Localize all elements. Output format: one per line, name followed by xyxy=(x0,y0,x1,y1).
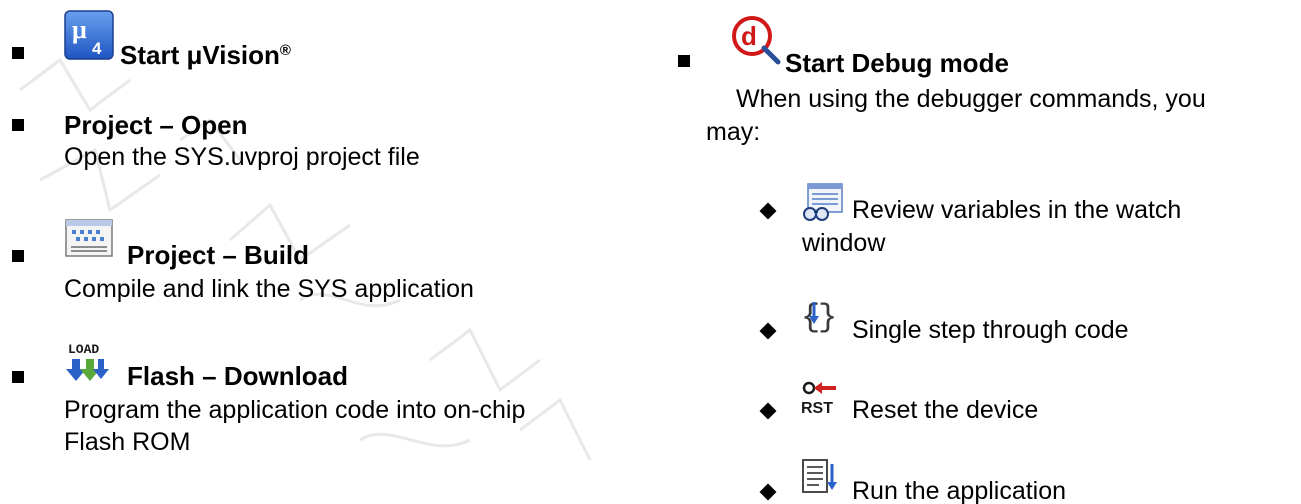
review-variables-text-line2: window xyxy=(802,229,886,257)
project-open-item: Project – Open Open the SYS.uvproj proje… xyxy=(0,100,640,180)
reset-device-text: Reset the device xyxy=(852,396,1039,424)
start-debug-item: d Start Debug mode When using the debugg… xyxy=(640,0,1301,150)
reset-device-item: RST Reset the device xyxy=(640,375,1301,435)
start-uvision-item: μ 4 Start μVision® xyxy=(0,0,640,90)
svg-text:4: 4 xyxy=(92,39,102,58)
diamond-bullet xyxy=(759,322,777,340)
flash-download-desc-line1: Program the application code into on-chi… xyxy=(64,396,526,424)
project-build-title: Project – Build xyxy=(127,240,310,270)
single-step-item: { } Single step through code xyxy=(640,290,1301,350)
svg-text:μ: μ xyxy=(72,15,87,44)
rst-label: RST xyxy=(801,400,833,417)
uvision4-icon: μ 4 xyxy=(64,10,114,60)
flash-download-desc-line2: Flash ROM xyxy=(64,428,191,456)
flash-download-item: LOAD Flash – Download Program the applic… xyxy=(0,335,640,475)
project-build-desc: Compile and link the SYS application xyxy=(64,275,474,303)
flash-download-title: Flash – Download xyxy=(127,361,349,391)
diamond-bullet xyxy=(759,202,777,220)
diamond-bullet xyxy=(759,402,777,420)
start-uvision-title: Start μVision® xyxy=(120,40,291,70)
square-bullet xyxy=(12,371,24,383)
step-icon: { } xyxy=(801,299,836,336)
watch-window-icon xyxy=(803,183,843,221)
run-application-text: Run the application xyxy=(852,477,1067,504)
square-bullet xyxy=(678,55,690,67)
square-bullet xyxy=(12,47,24,59)
svg-text:}: } xyxy=(818,299,836,336)
start-debug-icon: d xyxy=(732,16,781,65)
svg-text:d: d xyxy=(741,21,757,51)
project-open-title: Project – Open xyxy=(64,110,248,140)
debug-intro-line2: may: xyxy=(706,118,761,146)
page: μ 4 Start μVision® Project – Open Open t… xyxy=(0,0,1301,504)
project-open-desc: Open the SYS.uvproj project file xyxy=(64,143,420,171)
run-icon xyxy=(802,459,837,493)
start-debug-title: Start Debug mode xyxy=(785,48,1009,78)
review-variables-text-line1: Review variables in the watch xyxy=(852,196,1182,224)
debug-intro-line1: When using the debugger commands, you xyxy=(736,85,1206,113)
project-build-item: Project – Build Compile and link the SYS… xyxy=(0,210,640,310)
flash-download-icon: LOAD xyxy=(66,342,109,381)
run-application-item: Run the application xyxy=(640,450,1301,504)
square-bullet xyxy=(12,250,24,262)
right-column: d Start Debug mode When using the debugg… xyxy=(640,0,1301,504)
left-column: μ 4 Start μVision® Project – Open Open t… xyxy=(0,0,640,504)
build-icon xyxy=(65,219,113,257)
registered-mark: ® xyxy=(279,42,291,59)
diamond-bullet xyxy=(759,483,777,501)
square-bullet xyxy=(12,119,24,131)
reset-icon: RST xyxy=(801,381,836,417)
load-label: LOAD xyxy=(68,342,99,357)
review-variables-item: Review variables in the watch window xyxy=(640,180,1301,270)
single-step-text: Single step through code xyxy=(852,316,1129,344)
